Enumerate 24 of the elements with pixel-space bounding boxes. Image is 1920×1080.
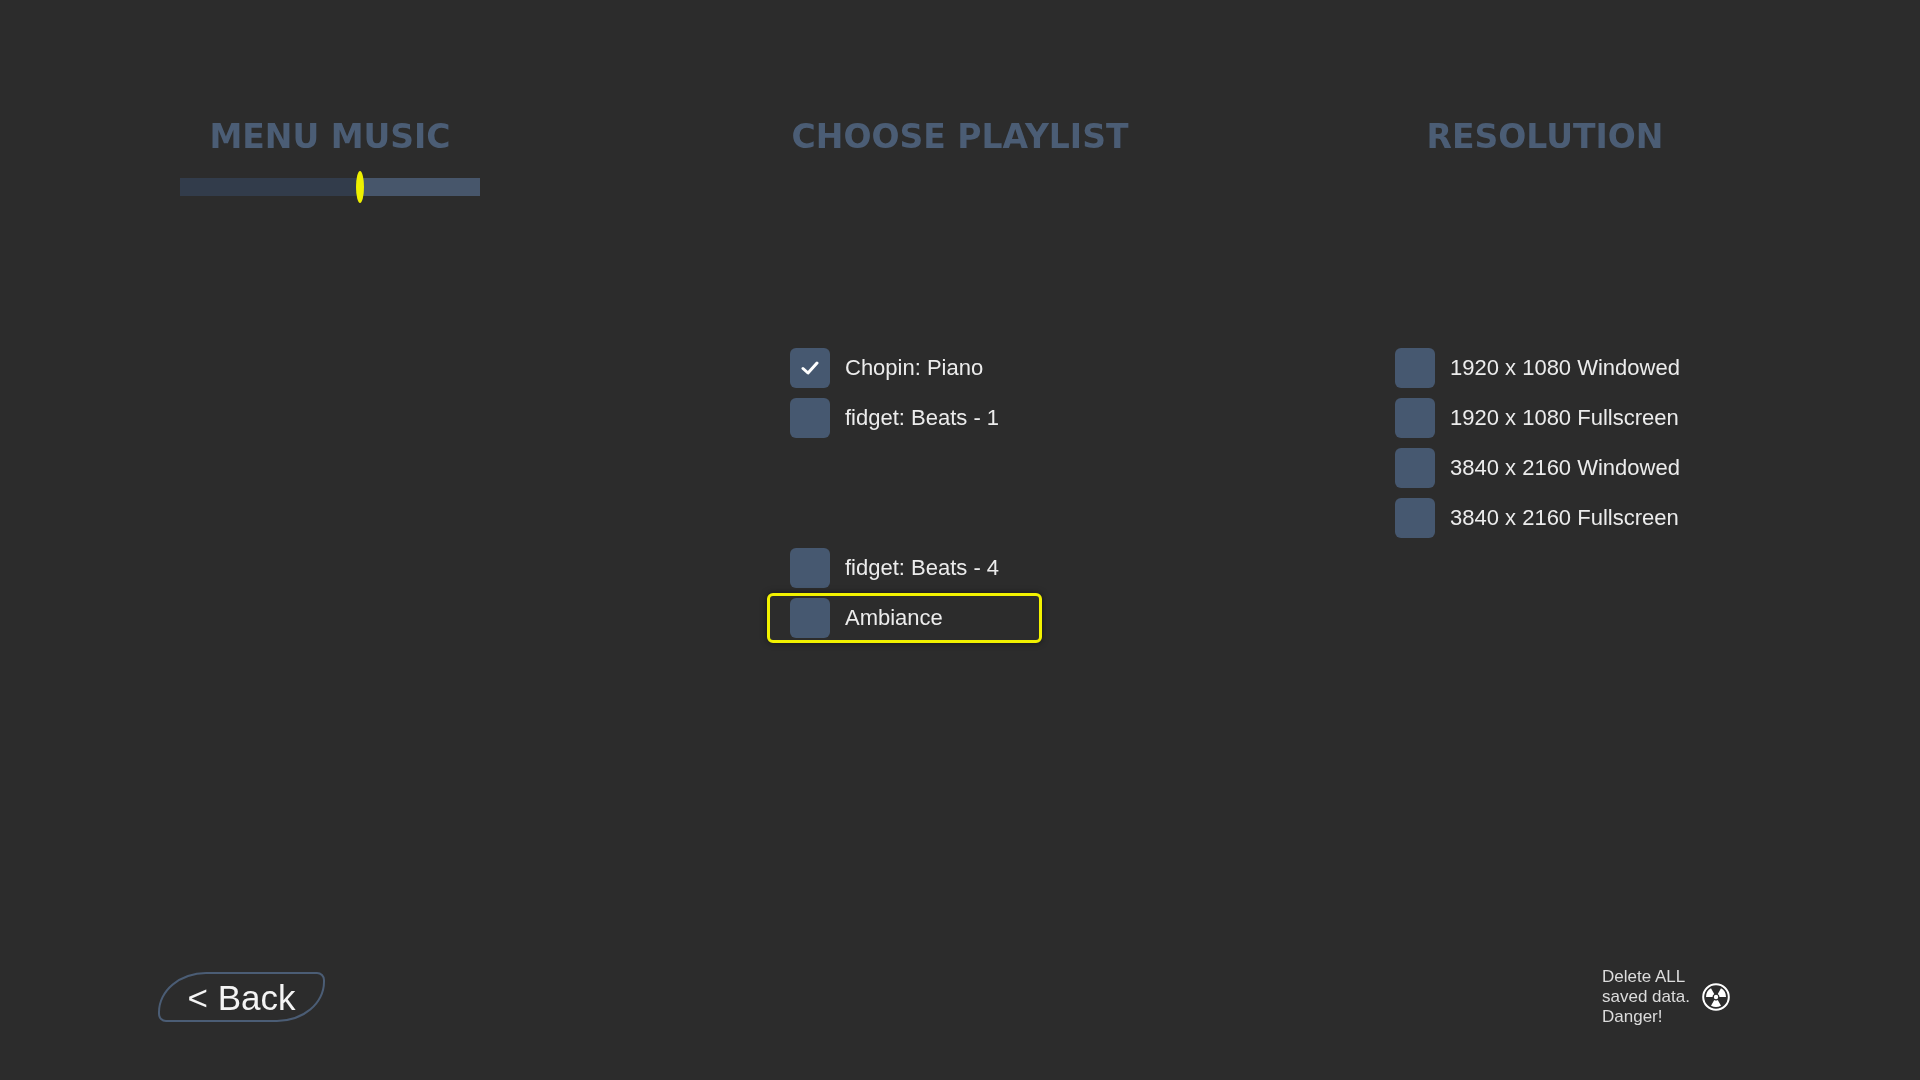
checkbox[interactable]	[1395, 448, 1435, 488]
checkbox[interactable]	[1395, 498, 1435, 538]
option-label: Ambiance	[845, 607, 943, 629]
checkbox[interactable]	[790, 398, 830, 438]
checkbox[interactable]	[1395, 348, 1435, 388]
option-label: 1920 x 1080 Fullscreen	[1450, 407, 1679, 429]
section-title: MENU MUSIC	[208, 119, 452, 155]
option-label: fidget: Beats - 4	[845, 557, 1000, 579]
slider-thumb[interactable]	[356, 171, 364, 203]
section-title: CHOOSE PLAYLIST	[790, 119, 1130, 155]
option-label: 3840 x 2160 Windowed	[1450, 457, 1680, 479]
checkbox[interactable]	[790, 348, 830, 388]
back-button[interactable]: < Back	[158, 972, 325, 1022]
section-title: RESOLUTION	[1425, 119, 1665, 155]
option-label: 3840 x 2160 Fullscreen	[1450, 507, 1679, 529]
option-label: fidget: Beats - 1	[845, 407, 1000, 429]
checkbox[interactable]	[1395, 398, 1435, 438]
radiation-icon	[1702, 983, 1730, 1011]
check-icon	[801, 361, 819, 375]
checkbox[interactable]	[790, 598, 830, 638]
option-label: Chopin: Piano	[845, 357, 984, 379]
delete-data-button[interactable]: Delete ALL saved data. Danger!	[1602, 967, 1730, 1027]
option-label: 1920 x 1080 Windowed	[1450, 357, 1680, 379]
checkbox[interactable]	[790, 548, 830, 588]
